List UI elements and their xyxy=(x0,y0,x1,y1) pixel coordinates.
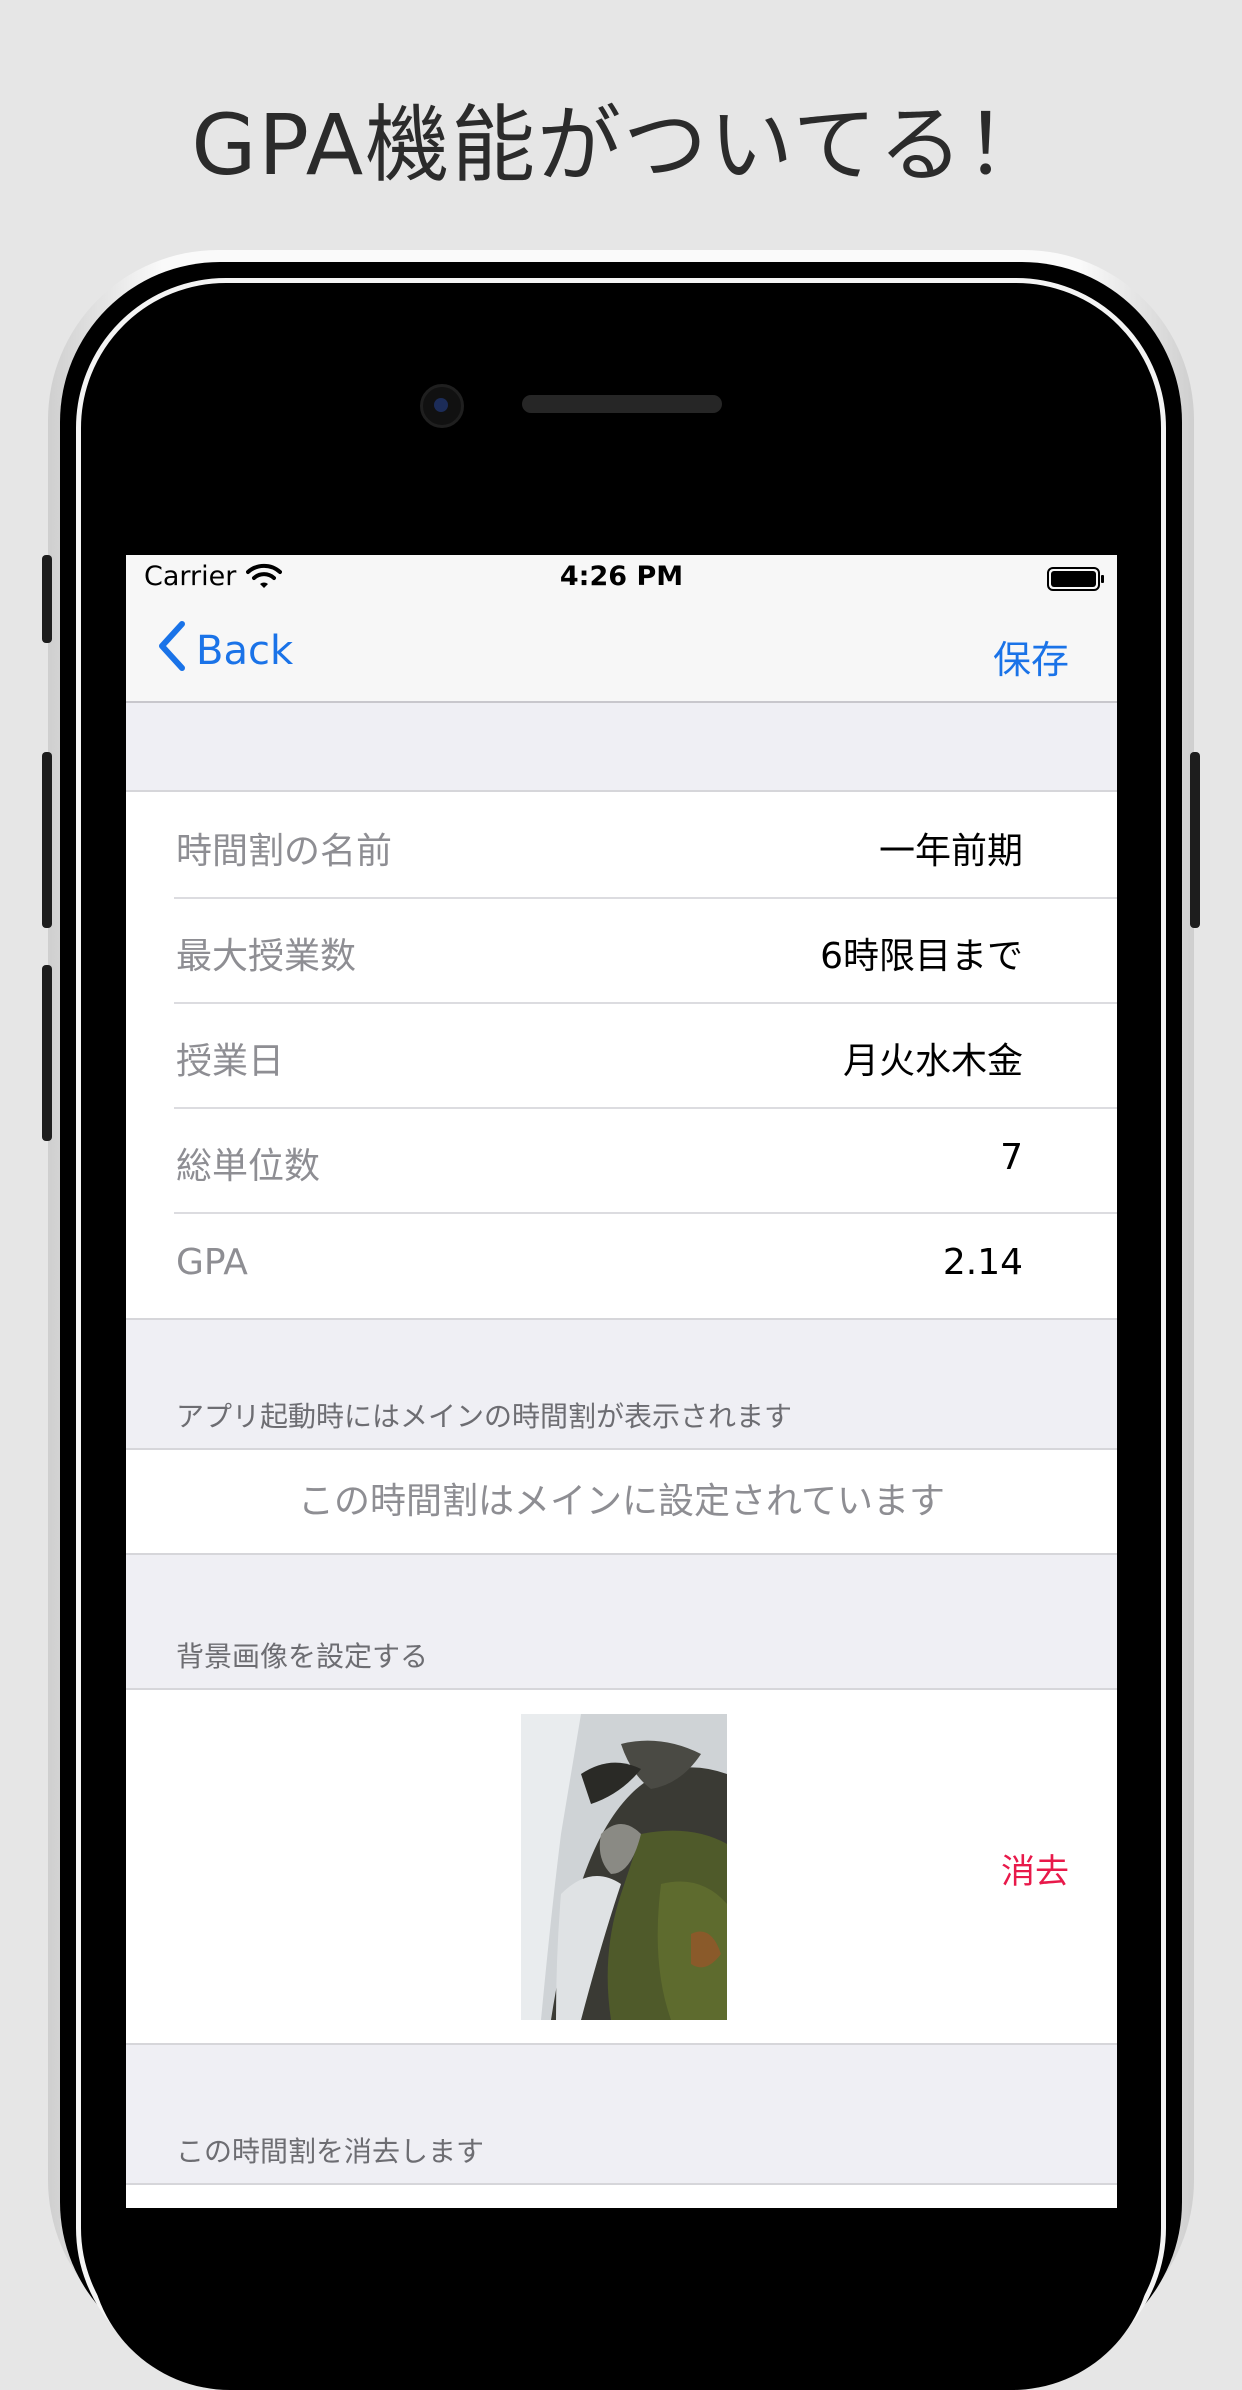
setting-value: 7 xyxy=(1000,1137,1023,1178)
main-timetable-group: この時間割はメインに設定されています xyxy=(126,1448,1117,1555)
app-screen: Carrier 4:26 PM Back 保存 時間割の名前 一年前期 最大授業… xyxy=(126,555,1117,2208)
setting-row-gpa[interactable]: GPA 2.14 xyxy=(126,1212,1117,1317)
back-button[interactable]: Back xyxy=(156,620,294,682)
volume-down-button xyxy=(42,965,52,1141)
delete-background-button[interactable]: 消去 xyxy=(1001,1844,1069,1893)
setting-label: 時間割の名前 xyxy=(176,831,393,872)
main-timetable-section-header: アプリ起動時にはメインの時間割が表示されます xyxy=(176,1400,793,1433)
setting-label: 総単位数 xyxy=(176,1146,321,1187)
status-time: 4:26 PM xyxy=(559,561,684,592)
promo-headline: GPA機能がついてる！ xyxy=(191,96,1051,194)
main-timetable-status-cell[interactable]: この時間割はメインに設定されています xyxy=(126,1450,1117,1553)
setting-label: GPA xyxy=(176,1242,248,1283)
delete-timetable-group xyxy=(126,2183,1117,2208)
setting-row-max-periods[interactable]: 最大授業数 6時限目まで xyxy=(126,897,1117,1002)
setting-label: 授業日 xyxy=(176,1041,285,1082)
volume-up-button xyxy=(42,752,52,928)
save-button[interactable]: 保存 xyxy=(993,629,1069,684)
setting-value: 6時限目まで xyxy=(820,936,1023,977)
battery-icon xyxy=(1047,567,1105,598)
setting-value: 一年前期 xyxy=(878,831,1023,872)
status-bar: Carrier 4:26 PM xyxy=(126,555,1117,599)
setting-value: 2.14 xyxy=(942,1242,1023,1283)
setting-row-name[interactable]: 時間割の名前 一年前期 xyxy=(126,792,1117,897)
setting-row-class-days[interactable]: 授業日 月火水木金 xyxy=(126,1002,1117,1107)
setting-label: 最大授業数 xyxy=(176,936,357,977)
setting-value: 月火水木金 xyxy=(842,1041,1023,1082)
timetable-settings-group: 時間割の名前 一年前期 最大授業数 6時限目まで 授業日 月火水木金 総単位数 … xyxy=(126,790,1117,1320)
power-button xyxy=(1190,752,1200,928)
background-image-section-header: 背景画像を設定する xyxy=(176,1640,429,1673)
background-image-group: 消去 xyxy=(126,1688,1117,2045)
back-button-label: Back xyxy=(196,628,294,674)
chevron-left-icon xyxy=(156,620,196,682)
mute-switch xyxy=(42,555,52,643)
navigation-bar: Back 保存 xyxy=(126,599,1117,703)
background-image-thumbnail[interactable] xyxy=(521,1714,727,2020)
setting-row-total-credits[interactable]: 総単位数 7 xyxy=(126,1107,1117,1212)
delete-timetable-section-header: この時間割を消去します xyxy=(176,2135,485,2168)
earpiece-speaker xyxy=(522,395,722,413)
front-camera xyxy=(420,384,464,428)
